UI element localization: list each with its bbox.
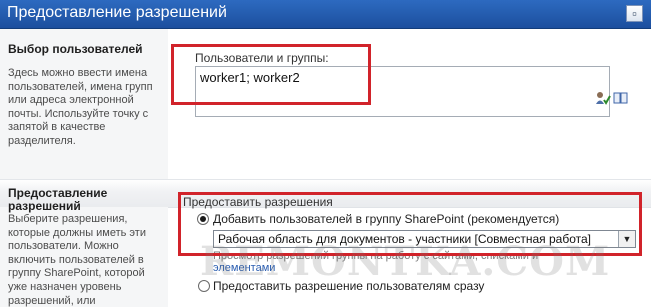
select-users-description-line: пользователей, имена групп <box>8 80 153 93</box>
select-users-description-line: почты. Используйте точку с <box>8 107 149 120</box>
check-names-icon[interactable] <box>595 91 611 105</box>
watermark: REMONTKA.COM <box>200 238 611 285</box>
select-users-heading: Выбор пользователей <box>8 42 143 56</box>
grant-permissions-heading-line: Предоставление <box>8 186 108 200</box>
address-book-icon[interactable] <box>613 91 629 105</box>
grant-permissions-heading-line: разрешений <box>8 199 81 213</box>
grant-permissions-description-line: группу SharePoint, которой <box>8 267 145 280</box>
select-users-description-line: запятой в качестве <box>8 121 106 134</box>
select-users-description-line: или адреса электронной <box>8 94 134 107</box>
dialog-titlebar: Предоставление разрешений ▫ <box>0 0 651 29</box>
highlight-box-users <box>171 44 371 105</box>
dialog-title: Предоставление разрешений <box>7 4 227 21</box>
grant-permissions-description-line: включить пользователей в <box>8 253 144 266</box>
select-users-description-line: разделителя. <box>8 135 76 147</box>
grant-permissions-description-line: разрешений, или <box>8 294 96 307</box>
grant-permissions-description-line: пользователи. Можно <box>8 240 119 253</box>
select-users-description-line: Здесь можно ввести имена <box>8 67 148 79</box>
grant-permissions-description-line: уже назначен уровень <box>8 281 122 293</box>
grant-permissions-description-line: Выберите разрешения, <box>8 213 128 225</box>
grant-permissions-description-line: которые должны иметь эти <box>8 226 146 239</box>
close-icon[interactable]: ▫ <box>626 5 643 22</box>
